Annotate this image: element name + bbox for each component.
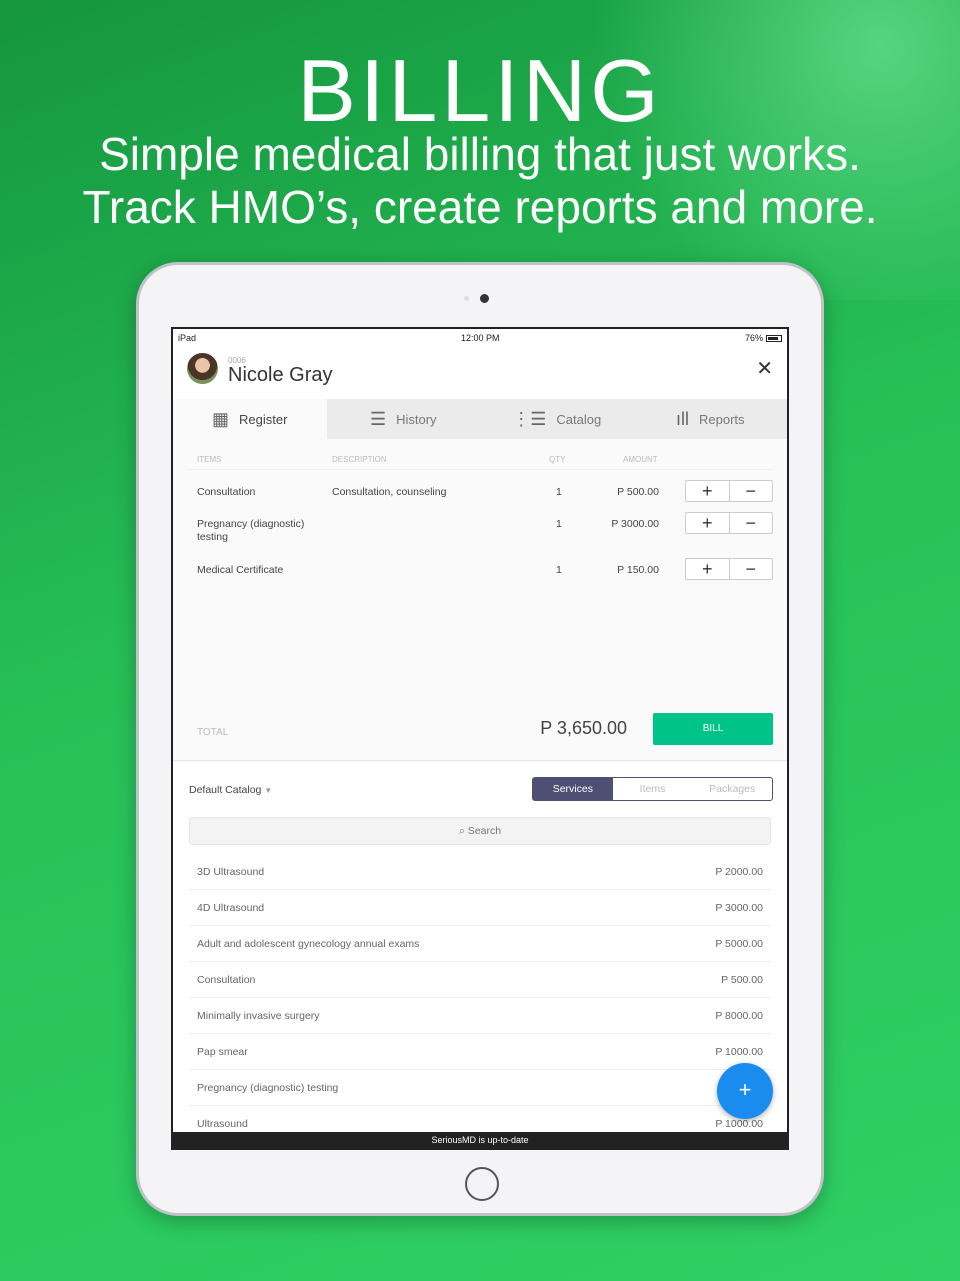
app-screen: iPad 12:00 PM 76% 0006 Nicole Gray ✕ ▦ Re… bbox=[171, 327, 789, 1150]
hero-subtitle: Simple medical billing that just works. T… bbox=[0, 128, 960, 234]
hero-line-1: Simple medical billing that just works. bbox=[99, 128, 861, 180]
tab-label: Reports bbox=[698, 411, 745, 427]
item-amount: P 3000.00 bbox=[611, 518, 659, 530]
item-qty: 1 bbox=[556, 564, 562, 576]
item-description: Consultation, counseling bbox=[332, 486, 447, 498]
item-name: Consultation bbox=[197, 486, 256, 498]
service-item[interactable]: Adult and adolescent gynecology annual e… bbox=[189, 926, 771, 962]
service-item[interactable]: Minimally invasive surgery P 8000.00 bbox=[189, 998, 771, 1034]
camera bbox=[480, 294, 489, 303]
plus-button[interactable]: + bbox=[686, 559, 730, 579]
service-item[interactable]: 4D Ultrasound P 3000.00 bbox=[189, 890, 771, 926]
tab-label: History bbox=[396, 411, 437, 427]
calculator-icon: ▦ bbox=[212, 408, 230, 429]
tab-label: Register bbox=[239, 411, 288, 427]
tab-bar: ▦ Register ☰ History ⋮☰ Catalog ıll Reports bbox=[173, 399, 787, 439]
total-bar: TOTAL P 3,650.00 BILL bbox=[173, 713, 787, 761]
search-icon: ⌕ bbox=[458, 825, 465, 837]
item-amount: P 150.00 bbox=[617, 564, 659, 576]
item-amount: P 500.00 bbox=[617, 486, 659, 498]
col-qty: QTY bbox=[549, 455, 566, 464]
service-name: 4D Ultrasound bbox=[197, 902, 265, 914]
items-header: ITEMS DESCRIPTION QTY AMOUNT bbox=[187, 448, 773, 470]
tab-history[interactable]: ☰ History bbox=[327, 399, 481, 439]
tab-catalog[interactable]: ⋮☰ Catalog bbox=[480, 399, 634, 439]
catalog-selector-label: Default Catalog bbox=[189, 784, 262, 796]
plus-button[interactable]: + bbox=[686, 481, 730, 501]
search-placeholder: Search bbox=[467, 825, 502, 837]
close-icon[interactable]: ✕ bbox=[756, 356, 773, 381]
sync-status-bar: SeriousMD is up-to-date bbox=[173, 1132, 787, 1148]
col-items: ITEMS bbox=[197, 455, 222, 464]
col-amount: AMOUNT bbox=[623, 455, 658, 464]
service-name: Pap smear bbox=[197, 1046, 248, 1058]
segment-services[interactable]: Services bbox=[533, 778, 613, 800]
battery-status: 76% bbox=[745, 333, 782, 343]
tab-label: Catalog bbox=[556, 411, 602, 427]
services-list: 3D Ultrasound P 2000.00 4D Ultrasound P 30… bbox=[189, 854, 771, 1142]
bill-item-row: Consultation Consultation, counseling 1 … bbox=[187, 478, 773, 510]
battery-icon bbox=[766, 335, 782, 343]
total-label: TOTAL bbox=[197, 727, 229, 738]
service-item[interactable]: Consultation P 500.00 bbox=[189, 962, 771, 998]
service-name: Consultation bbox=[197, 974, 256, 986]
bill-button[interactable]: BILL bbox=[653, 713, 773, 745]
avatar bbox=[187, 353, 218, 384]
caret-down-icon: ▼ bbox=[264, 786, 273, 795]
item-name: Medical Certificate bbox=[197, 564, 284, 576]
service-price: P 500.00 bbox=[721, 974, 763, 986]
add-fab-button[interactable]: + bbox=[717, 1063, 773, 1119]
status-bar: iPad 12:00 PM 76% bbox=[173, 329, 787, 347]
total-value: P 3,650.00 bbox=[540, 718, 627, 738]
bill-item-row: Medical Certificate 1 P 150.00 + − bbox=[187, 556, 773, 588]
list-icon: ⋮☰ bbox=[512, 408, 547, 429]
catalog-dropdown[interactable]: Default Catalog ▼ bbox=[189, 784, 272, 796]
device-name: iPad bbox=[178, 333, 197, 343]
segment-packages[interactable]: Packages bbox=[692, 778, 772, 800]
home-button[interactable] bbox=[465, 1167, 499, 1201]
item-name: Pregnancy (diagnostic) testing bbox=[197, 518, 305, 543]
segment-items[interactable]: Items bbox=[613, 778, 693, 800]
battery-percent: 76% bbox=[744, 333, 763, 343]
bar-chart-icon: ıll bbox=[675, 408, 689, 429]
service-price: P 1000.00 bbox=[715, 1118, 763, 1130]
history-icon: ☰ bbox=[369, 408, 387, 429]
service-price: P 3000.00 bbox=[715, 902, 763, 914]
minus-button[interactable]: − bbox=[730, 513, 773, 533]
quantity-stepper: + − bbox=[685, 558, 773, 580]
quantity-stepper: + − bbox=[685, 512, 773, 534]
service-price: P 5000.00 bbox=[715, 938, 763, 950]
service-name: Adult and adolescent gynecology annual e… bbox=[197, 938, 420, 950]
service-price: P 8000.00 bbox=[715, 1010, 763, 1022]
catalog-segmented-control: Services Items Packages bbox=[532, 777, 773, 801]
minus-button[interactable]: − bbox=[730, 559, 773, 579]
bill-item-row: Pregnancy (diagnostic) testing 1 P 3000.… bbox=[187, 510, 773, 556]
quantity-stepper: + − bbox=[685, 480, 773, 502]
clock: 12:00 PM bbox=[461, 333, 500, 343]
service-name: 3D Ultrasound bbox=[197, 866, 265, 878]
patient-header: 0006 Nicole Gray ✕ bbox=[173, 347, 787, 399]
catalog-panel: Default Catalog ▼ Services Items Package… bbox=[173, 762, 787, 1142]
minus-button[interactable]: − bbox=[730, 481, 773, 501]
hero-line-2: Track HMO’s, create reports and more. bbox=[82, 181, 878, 233]
item-qty: 1 bbox=[556, 518, 562, 530]
tab-reports[interactable]: ıll Reports bbox=[634, 399, 788, 439]
sensor bbox=[464, 296, 469, 301]
col-description: DESCRIPTION bbox=[332, 455, 387, 464]
service-price: P 2000.00 bbox=[715, 866, 763, 878]
service-name: Pregnancy (diagnostic) testing bbox=[197, 1082, 339, 1094]
service-item[interactable]: Pregnancy (diagnostic) testing bbox=[189, 1070, 771, 1106]
service-item[interactable]: 3D Ultrasound P 2000.00 bbox=[189, 854, 771, 890]
service-item[interactable]: Pap smear P 1000.00 bbox=[189, 1034, 771, 1070]
service-name: Ultrasound bbox=[197, 1118, 248, 1130]
service-name: Minimally invasive surgery bbox=[197, 1010, 320, 1022]
plus-button[interactable]: + bbox=[686, 513, 730, 533]
search-input[interactable]: ⌕ Search bbox=[189, 817, 771, 845]
service-price: P 1000.00 bbox=[715, 1046, 763, 1058]
hero-title: BILLING bbox=[297, 41, 663, 140]
patient-name: Nicole Gray bbox=[228, 364, 333, 386]
item-qty: 1 bbox=[556, 486, 562, 498]
tab-register[interactable]: ▦ Register bbox=[173, 399, 327, 439]
